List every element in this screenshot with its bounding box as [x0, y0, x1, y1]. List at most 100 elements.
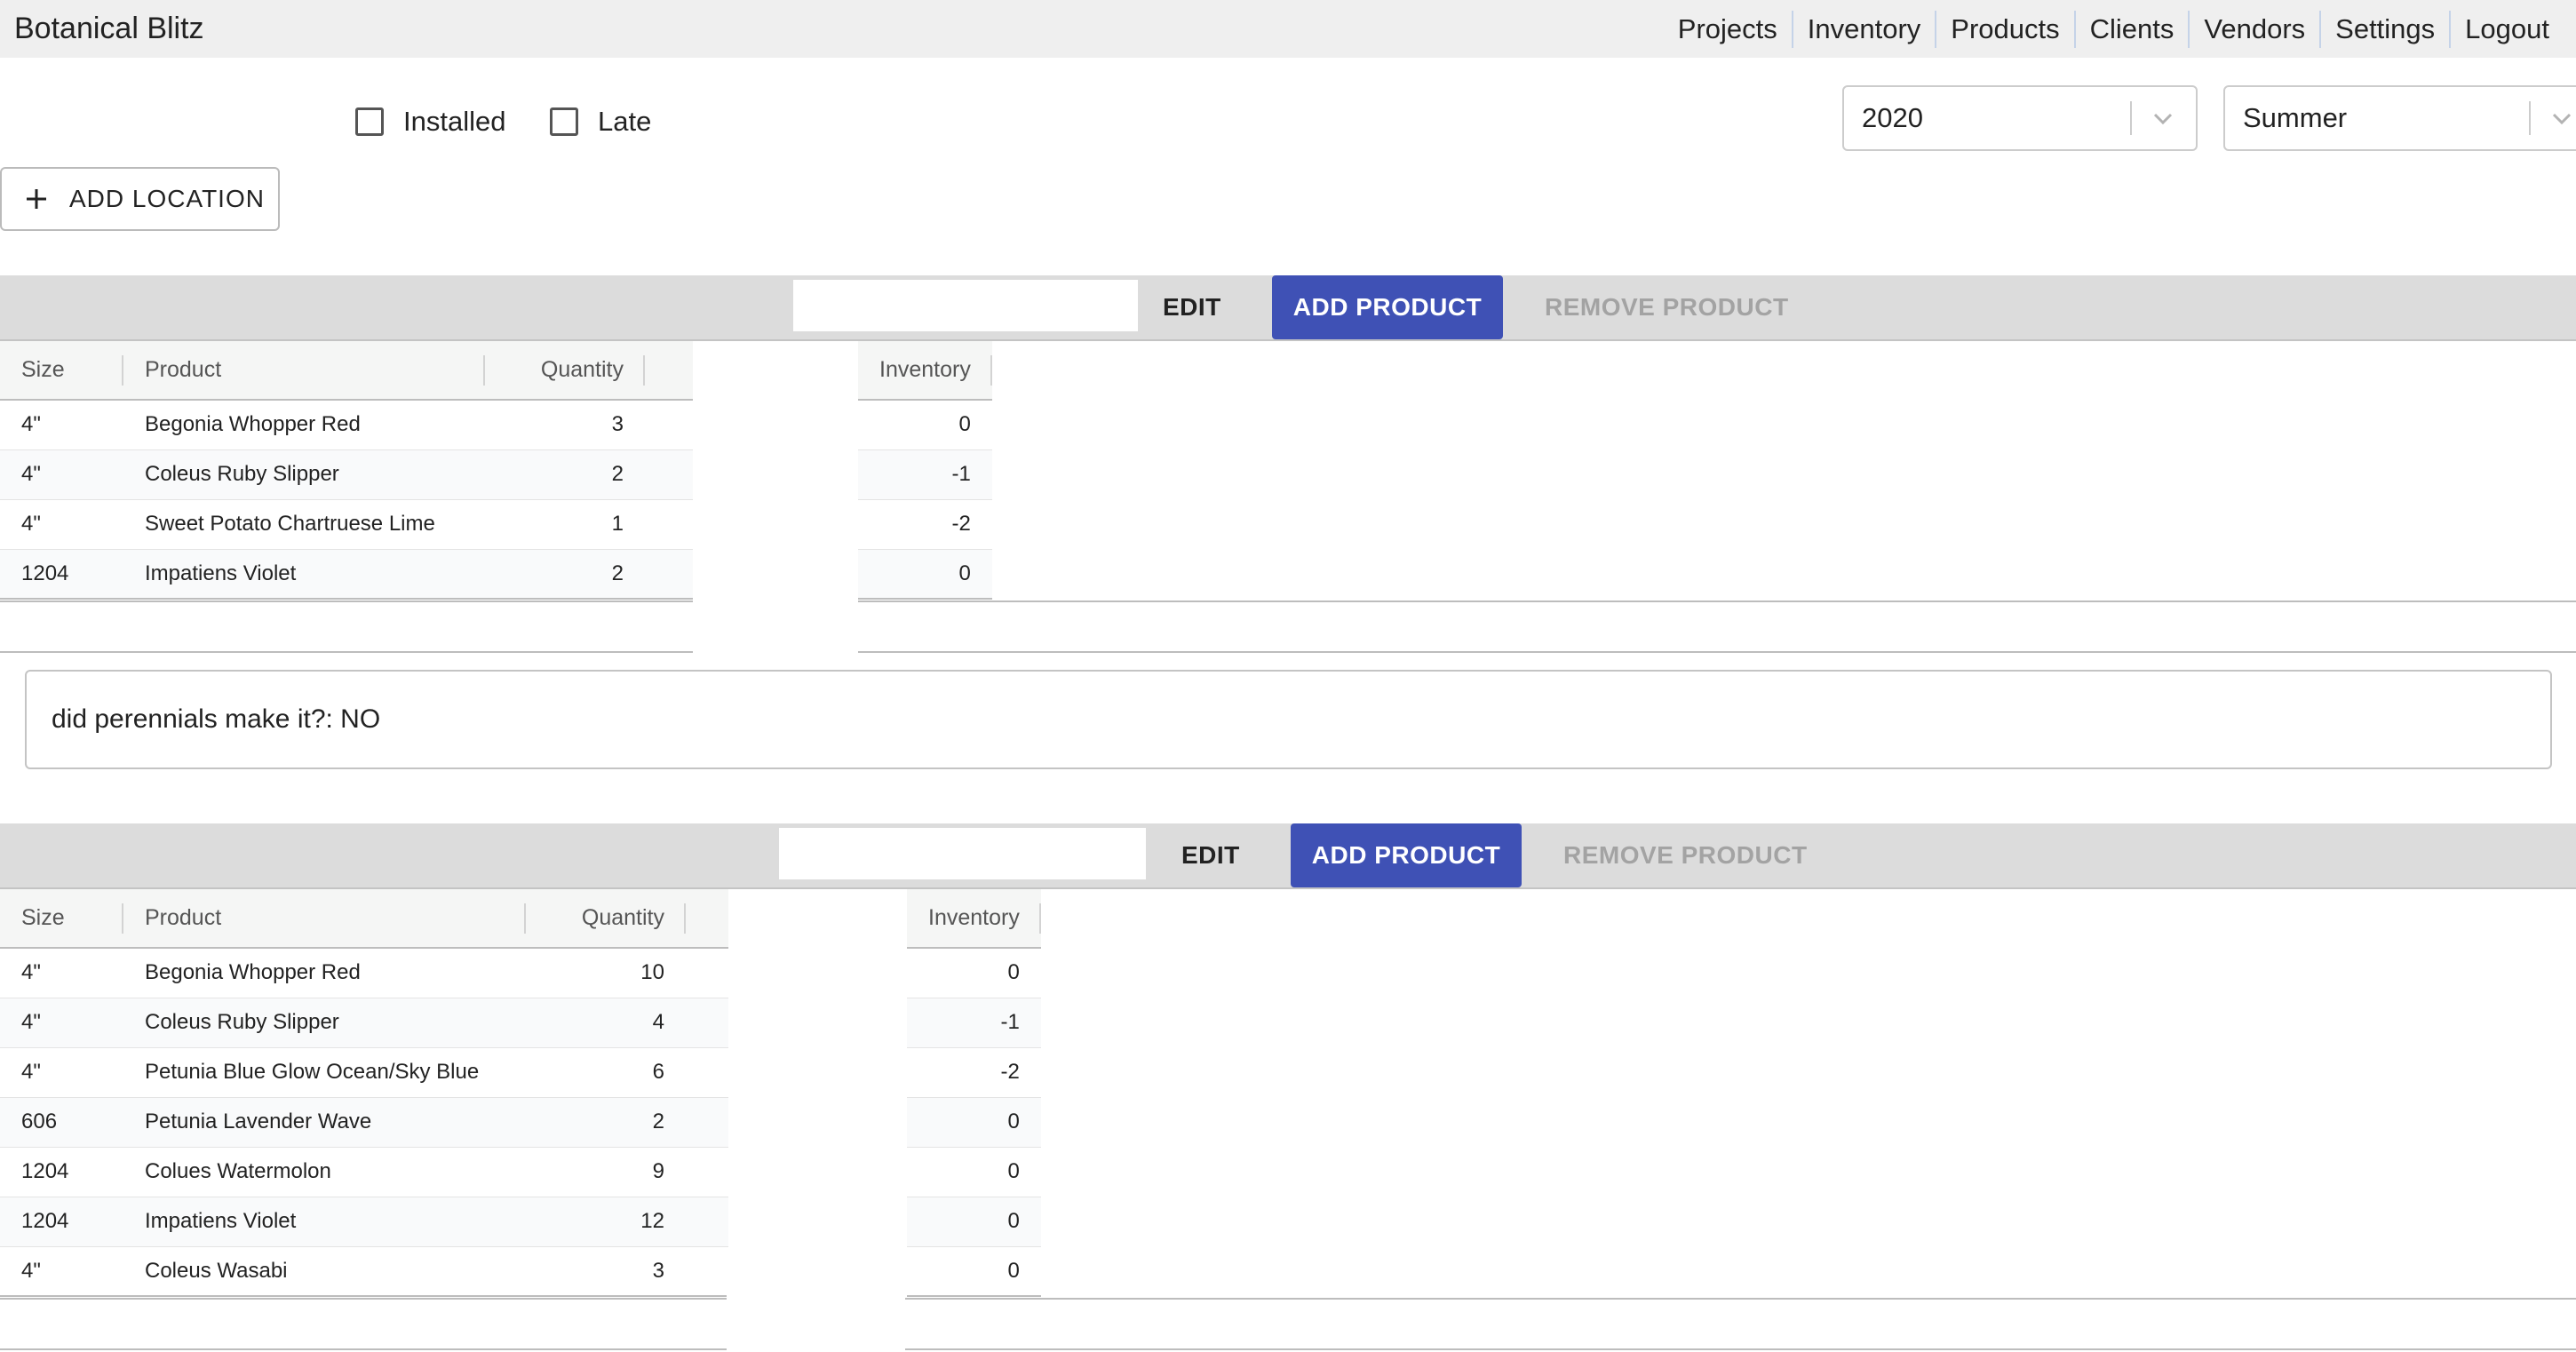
notes-text: did perennials make it?: NO	[52, 704, 381, 734]
cell-spacer	[686, 1197, 728, 1247]
cell-size: 4"	[0, 449, 123, 500]
cell-spacer	[686, 1097, 728, 1148]
year-select-value: 2020	[1862, 102, 1923, 133]
cell-size: 1204	[0, 549, 123, 600]
table-footer-line	[0, 1298, 2576, 1300]
cell-product: Coleus Ruby Slipper	[123, 449, 485, 500]
table-row[interactable]: 606 Petunia Lavender Wave 2 0	[0, 1097, 1041, 1148]
table-row[interactable]: 4" Coleus Ruby Slipper 4 -1	[0, 998, 1041, 1048]
add-location-button[interactable]: ADD LOCATION	[0, 167, 280, 231]
cell-quantity: 2	[526, 1097, 686, 1148]
products-table: Size Product Quantity Inventory 4" Begon…	[0, 889, 1041, 1297]
cell-product: Begonia Whopper Red	[123, 948, 526, 998]
season-select-value: Summer	[2243, 102, 2348, 133]
nav-links: Projects Inventory Products Clients Vend…	[1664, 0, 2576, 58]
cell-quantity: 9	[526, 1147, 686, 1197]
cell-quantity: 3	[526, 1246, 686, 1297]
cell-quantity: 3	[485, 400, 645, 450]
cell-size: 4"	[0, 998, 123, 1048]
installed-filter[interactable]: Installed	[355, 104, 505, 139]
cell-hidden	[728, 1197, 907, 1246]
select-separator	[2130, 101, 2132, 135]
cell-product: Impatiens Violet	[123, 1197, 526, 1247]
cell-inventory: -1	[907, 998, 1041, 1048]
table-row[interactable]: 4" Sweet Potato Chartruese Lime 1 -2	[0, 499, 992, 550]
column-header-label: Product	[145, 905, 222, 930]
cell-size: 4"	[0, 499, 123, 550]
cell-quantity: 2	[485, 549, 645, 600]
hidden-column-gap	[693, 595, 858, 657]
edit-button[interactable]: EDIT	[1163, 275, 1221, 339]
column-header-label: Quantity	[540, 357, 624, 382]
table-row[interactable]: 4" Coleus Ruby Slipper 2 -1	[0, 449, 992, 500]
table-row[interactable]: 4" Petunia Blue Glow Ocean/Sky Blue 6 -2	[0, 1047, 1041, 1098]
add-product-button[interactable]: ADD PRODUCT	[1291, 823, 1522, 887]
cell-hidden	[693, 549, 858, 599]
nav-link-settings[interactable]: Settings	[2319, 10, 2449, 48]
table-row[interactable]: 1204 Impatiens Violet 2 0	[0, 549, 992, 600]
cell-spacer	[645, 549, 693, 600]
table-row[interactable]: 1204 Colues Watermolon 9 0	[0, 1147, 1041, 1197]
year-select[interactable]: 2020	[1842, 85, 2198, 151]
chevron-down-icon[interactable]	[2548, 105, 2575, 131]
table-row[interactable]: 1204 Impatiens Violet 12 0	[0, 1197, 1041, 1247]
cell-quantity: 4	[526, 998, 686, 1048]
column-separator[interactable]	[990, 355, 992, 386]
column-header-spacer	[686, 889, 728, 949]
add-product-button[interactable]: ADD PRODUCT	[1272, 275, 1503, 339]
nav-link-vendors[interactable]: Vendors	[2188, 10, 2319, 48]
remove-product-button[interactable]: REMOVE PRODUCT	[1563, 823, 1808, 887]
nav-link-products[interactable]: Products	[1935, 10, 2073, 48]
late-checkbox[interactable]	[550, 107, 578, 136]
edit-button[interactable]: EDIT	[1181, 823, 1240, 887]
late-label[interactable]: Late	[598, 104, 651, 139]
location-notes[interactable]: did perennials make it?: NO	[25, 670, 2552, 769]
column-header-quantity[interactable]: Quantity	[526, 889, 686, 949]
cell-size: 4"	[0, 948, 123, 998]
cell-inventory: 0	[907, 948, 1041, 998]
cell-hidden	[728, 998, 907, 1047]
column-header-inventory[interactable]: Inventory	[858, 341, 992, 401]
column-header-quantity[interactable]: Quantity	[485, 341, 645, 401]
cell-size: 4"	[0, 1246, 123, 1297]
location-name-input[interactable]	[793, 280, 1138, 331]
cell-hidden	[693, 400, 858, 449]
cell-size: 4"	[0, 400, 123, 450]
table-row[interactable]: 4" Begonia Whopper Red 3 0	[0, 400, 992, 450]
season-select[interactable]: Summer	[2223, 85, 2576, 151]
cell-inventory: 0	[907, 1197, 1041, 1247]
installed-checkbox[interactable]	[355, 107, 384, 136]
nav-link-logout[interactable]: Logout	[2449, 10, 2576, 48]
location-toolbar: EDIT ADD PRODUCT REMOVE PRODUCT	[0, 823, 2576, 889]
cell-spacer	[686, 998, 728, 1048]
late-filter[interactable]: Late	[550, 104, 651, 139]
remove-product-button[interactable]: REMOVE PRODUCT	[1545, 275, 1789, 339]
cell-spacer	[686, 1246, 728, 1297]
column-header-size[interactable]: Size	[0, 341, 123, 401]
location-name-input[interactable]	[779, 828, 1146, 879]
cell-hidden	[693, 449, 858, 499]
top-navbar: Botanical Blitz Projects Inventory Produ…	[0, 0, 2576, 58]
column-header-product[interactable]: Product	[123, 889, 526, 949]
app-title[interactable]: Botanical Blitz	[14, 0, 204, 58]
cell-hidden	[728, 1097, 907, 1147]
column-header-size[interactable]: Size	[0, 889, 123, 949]
table-row[interactable]: 4" Coleus Wasabi 3 0	[0, 1246, 1041, 1297]
nav-link-projects[interactable]: Projects	[1664, 11, 1792, 48]
column-separator[interactable]	[1038, 903, 1041, 934]
table-header-row: Size Product Quantity Inventory	[0, 341, 992, 401]
nav-link-clients[interactable]: Clients	[2073, 10, 2189, 48]
column-header-label: Size	[21, 905, 65, 930]
cell-hidden	[728, 948, 907, 998]
chevron-down-icon[interactable]	[2150, 105, 2176, 131]
cell-product: Begonia Whopper Red	[123, 400, 485, 450]
column-header-spacer	[645, 341, 693, 401]
table-row[interactable]: 4" Begonia Whopper Red 10 0	[0, 948, 1041, 998]
column-header-product[interactable]: Product	[123, 341, 485, 401]
installed-label[interactable]: Installed	[403, 104, 505, 139]
cell-quantity: 2	[485, 449, 645, 500]
products-table: Size Product Quantity Inventory 4" Begon…	[0, 341, 992, 600]
nav-link-inventory[interactable]: Inventory	[1791, 10, 1936, 48]
column-header-inventory[interactable]: Inventory	[907, 889, 1041, 949]
cell-spacer	[686, 1047, 728, 1098]
